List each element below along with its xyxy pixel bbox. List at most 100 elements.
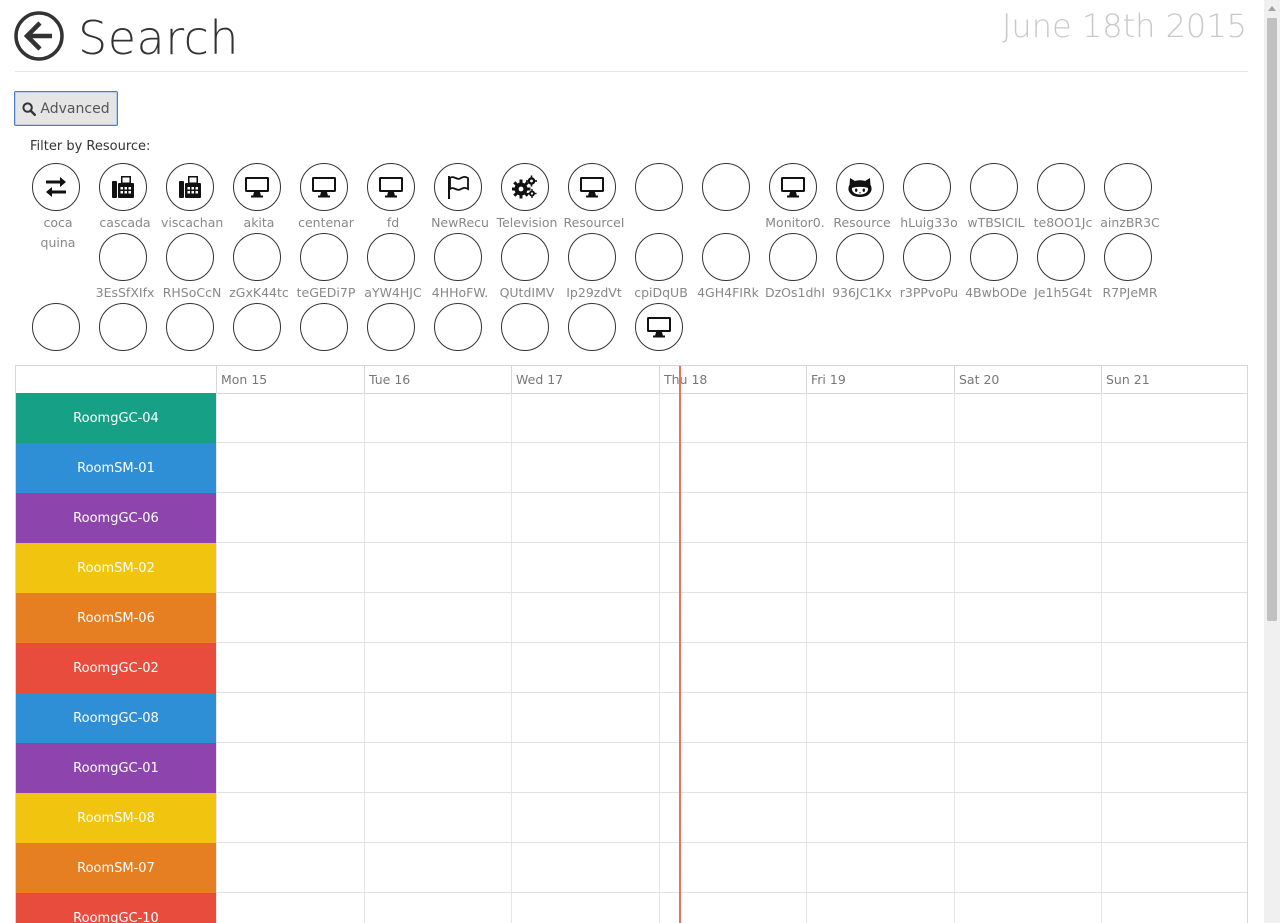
resource-label: te8OO1Jc <box>1033 215 1093 230</box>
resource-filter-item[interactable] <box>499 303 555 373</box>
resource-label: hLuig33o <box>900 215 958 230</box>
day-cell-divider <box>216 543 217 592</box>
room-label[interactable]: RoomSM-08 <box>16 793 216 843</box>
advanced-button-label: Advanced <box>40 100 110 117</box>
resource-filter-item[interactable] <box>164 303 220 373</box>
resource-label: QUtdIMV <box>499 285 555 300</box>
monitor-icon <box>244 174 270 200</box>
resource-filter-item[interactable]: centenar <box>298 163 354 233</box>
day-cell-divider <box>511 743 512 792</box>
time-divider <box>659 893 660 923</box>
resource-filter-item[interactable]: Ip29zdVt <box>566 233 622 303</box>
resource-filter-item[interactable]: QUtdIMV <box>499 233 555 303</box>
resource-avatar <box>970 163 1018 211</box>
monitor-icon <box>311 174 337 200</box>
room-label[interactable]: RoomgGC-10 <box>16 893 216 923</box>
resource-filter-item[interactable]: cascada <box>97 163 153 233</box>
fax-icon <box>110 174 136 200</box>
resource-avatar <box>1104 163 1152 211</box>
resource-filter-item[interactable]: ainzBR3C <box>1100 163 1160 233</box>
resource-avatar <box>233 233 281 281</box>
resource-filter-item[interactable]: akita <box>231 163 287 233</box>
day-cell-divider <box>511 593 512 642</box>
resource-filter-item[interactable] <box>298 303 354 373</box>
resource-filter-item[interactable] <box>633 163 689 233</box>
resource-avatar <box>501 233 549 281</box>
resource-avatar <box>434 303 482 351</box>
room-label[interactable]: RoomgGC-01 <box>16 743 216 793</box>
day-cell-divider <box>806 893 807 923</box>
room-row: RoomgGC-08 <box>16 693 1247 743</box>
resource-filter-item[interactable] <box>566 303 622 373</box>
resource-filter-item[interactable]: NewRecu <box>431 163 489 233</box>
resource-filter-item[interactable]: R7PJeMR <box>1102 233 1158 303</box>
resource-avatar <box>769 163 817 211</box>
resource-filter-item[interactable]: 936JC1Kx <box>832 233 892 303</box>
day-cell-divider <box>954 643 955 692</box>
resource-filter-item[interactable]: Monitor0. <box>765 163 825 233</box>
resource-filter-item[interactable] <box>432 303 488 373</box>
resource-filter-item[interactable]: Je1h5G4t <box>1034 233 1092 303</box>
resource-filter-item[interactable]: aYW4HJC <box>364 233 422 303</box>
day-cell-divider <box>806 543 807 592</box>
scroll-thumb[interactable] <box>1267 18 1277 621</box>
time-divider <box>659 443 660 492</box>
resource-filter-item[interactable]: 4GH4FIRk <box>697 233 759 303</box>
day-cell-divider <box>1101 693 1102 742</box>
time-divider <box>659 793 660 842</box>
resource-filter-item[interactable]: DzOs1dhI <box>765 233 825 303</box>
resource-avatar <box>32 303 80 351</box>
resource-filter-item[interactable] <box>633 303 689 373</box>
resource-filter-item[interactable]: 3EsSfXIfx <box>96 233 154 303</box>
resource-filter-item[interactable]: r3PPvoPu <box>900 233 958 303</box>
advanced-search-button[interactable]: Advanced <box>14 91 118 126</box>
scroll-up-icon[interactable] <box>1264 0 1280 16</box>
resource-filter-item[interactable]: te8OO1Jc <box>1033 163 1093 233</box>
resource-filter-item[interactable]: teGEDi7P <box>296 233 356 303</box>
resource-filter-item[interactable]: hLuig33o <box>900 163 958 233</box>
room-label[interactable]: RoomgGC-02 <box>16 643 216 693</box>
day-cell-divider <box>364 693 365 742</box>
resource-filter-item[interactable]: 4HHoFW. <box>432 233 488 303</box>
resource-label: Ip29zdVt <box>566 285 622 300</box>
resource-filter-item[interactable]: wTBSICIL <box>967 163 1025 233</box>
day-cell-divider <box>511 493 512 542</box>
resource-label: Resource <box>833 215 891 230</box>
resource-filter-item[interactable]: 4BwbODe <box>965 233 1027 303</box>
resource-filter-item[interactable]: zGxK44tc <box>229 233 289 303</box>
time-divider <box>659 593 660 642</box>
resource-filter-item[interactable] <box>231 303 287 373</box>
room-label[interactable]: RoomSM-02 <box>16 543 216 593</box>
day-cell-divider <box>511 393 512 442</box>
resource-label: viscachan <box>161 215 223 230</box>
room-row: RoomgGC-10 <box>16 893 1247 923</box>
room-label[interactable]: RoomSM-01 <box>16 443 216 493</box>
resource-filter-item[interactable] <box>365 303 421 373</box>
resource-filter-item[interactable]: cpiDqUB <box>633 233 689 303</box>
room-label[interactable]: RoomSM-07 <box>16 843 216 893</box>
page-scrollbar[interactable] <box>1264 0 1280 923</box>
resource-filter-item[interactable]: fd <box>365 163 421 233</box>
room-label[interactable]: RoomgGC-04 <box>16 393 216 443</box>
room-label[interactable]: RoomgGC-06 <box>16 493 216 543</box>
resource-filter-item[interactable] <box>97 303 153 373</box>
room-label[interactable]: RoomgGC-08 <box>16 693 216 743</box>
day-cell-divider <box>954 693 955 742</box>
resource-filter-item[interactable]: Resource <box>833 163 891 233</box>
resource-label: Je1h5G4t <box>1034 285 1092 300</box>
room-label[interactable]: RoomSM-06 <box>16 593 216 643</box>
resource-filter-item[interactable] <box>30 303 86 373</box>
resource-filter-item[interactable]: viscachan <box>161 163 223 233</box>
resource-filter-item[interactable]: Television <box>497 163 557 233</box>
resource-label: teGEDi7P <box>296 285 356 300</box>
resource-filter-item[interactable]: RHSoCcN <box>163 233 221 303</box>
back-arrow-icon[interactable] <box>14 11 64 61</box>
time-divider <box>659 843 660 892</box>
resource-filter-item[interactable]: coca quina <box>30 163 86 250</box>
resource-filter-item[interactable] <box>700 163 756 233</box>
room-row: RoomSM-01 <box>16 443 1247 493</box>
resource-avatar <box>1037 233 1085 281</box>
day-cell-divider <box>364 893 365 923</box>
resource-avatar <box>769 233 817 281</box>
resource-filter-item[interactable]: ResourceI <box>563 163 625 233</box>
